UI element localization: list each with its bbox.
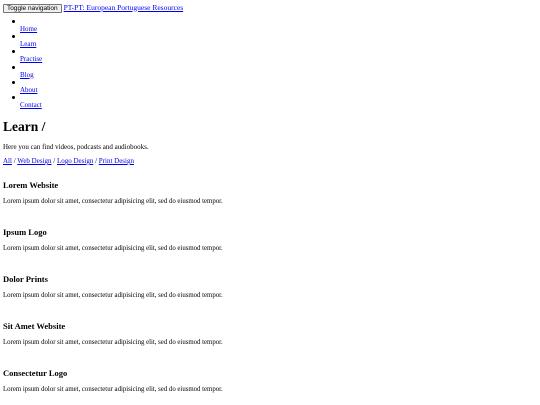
filter-print-design[interactable]: Print Design (99, 157, 134, 165)
nav-item-learn: Learn (0, 33, 36, 48)
portfolio-filters: All / Web Design / Logo Design / Print D… (3, 157, 134, 165)
project-title: Lorem Website (3, 180, 59, 190)
project-title: Sit Amet Website (3, 321, 66, 331)
nav-item-blog: Blog (0, 64, 34, 79)
nav-link-blog[interactable]: Blog (20, 71, 34, 79)
project-title: Dolor Prints (3, 274, 48, 284)
nav-link-learn[interactable]: Learn (20, 41, 36, 48)
filter-logo-design[interactable]: Logo Design (57, 157, 93, 165)
bullet-icon (12, 50, 15, 54)
nav-item-contact: Contact (0, 94, 42, 109)
project-title: Consectetur Logo (3, 368, 68, 378)
navbar: Toggle navigation PT-PT: European Portug… (3, 3, 183, 13)
bullet-icon (12, 20, 15, 23)
filter-web-design[interactable]: Web Design (17, 157, 51, 165)
toggle-navigation-button[interactable]: Toggle navigation (3, 3, 62, 13)
nav-link-about[interactable]: About (20, 86, 38, 94)
nav-item-about: About (0, 79, 38, 94)
bullet-icon (12, 80, 15, 84)
project-description: Lorem ipsum dolor sit amet, consectetur … (3, 198, 223, 205)
nav-link-contact[interactable]: Contact (20, 101, 42, 109)
project-title: Ipsum Logo (3, 227, 47, 237)
page-title: Learn / (3, 119, 46, 134)
bullet-icon (12, 65, 15, 69)
main-nav: Home Learn Practise Blog About Contact (0, 18, 42, 109)
nav-item-practise: Practise (0, 48, 42, 63)
project-description: Lorem ipsum dolor sit amet, consectetur … (3, 339, 223, 346)
nav-item-home: Home (0, 18, 37, 33)
project-description: Lorem ipsum dolor sit amet, consectetur … (3, 386, 223, 393)
bullet-icon (12, 35, 15, 39)
brand-link[interactable]: PT-PT: European Portuguese Resources (64, 3, 184, 12)
filter-all[interactable]: All (3, 157, 12, 165)
project-description: Lorem ipsum dolor sit amet, consectetur … (3, 245, 223, 252)
page: Toggle navigation PT-PT: European Portug… (0, 0, 540, 405)
page-intro: Here you can find videos, podcasts and a… (3, 143, 149, 151)
nav-link-practise[interactable]: Practise (20, 56, 42, 63)
nav-link-home[interactable]: Home (20, 26, 37, 33)
bullet-icon (12, 95, 15, 99)
project-description: Lorem ipsum dolor sit amet, consectetur … (3, 292, 223, 299)
